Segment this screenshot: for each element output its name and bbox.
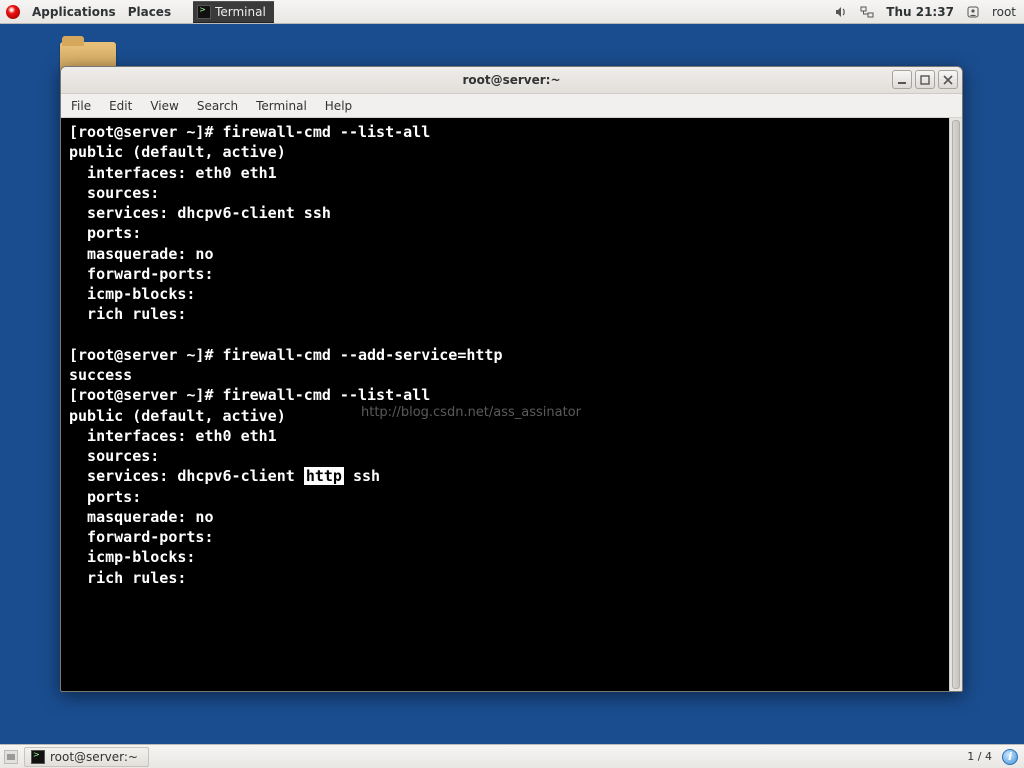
distro-icon bbox=[6, 5, 20, 19]
network-icon[interactable] bbox=[860, 5, 874, 19]
out-line: icmp-blocks: bbox=[69, 548, 195, 566]
terminal-scrollbar[interactable] bbox=[949, 118, 962, 691]
window-title: root@server:~ bbox=[61, 73, 962, 87]
taskbar-entry-label: root@server:~ bbox=[50, 750, 138, 764]
cmd-3: firewall-cmd --list-all bbox=[223, 386, 431, 404]
out-line: rich rules: bbox=[69, 569, 186, 587]
taskbar-entry[interactable]: root@server:~ bbox=[24, 747, 149, 767]
user-label[interactable]: root bbox=[992, 5, 1016, 19]
window-maximize-button[interactable] bbox=[915, 70, 935, 89]
user-menu-icon[interactable] bbox=[966, 5, 980, 19]
out-line: ssh bbox=[344, 467, 380, 485]
out-line: forward-ports: bbox=[69, 265, 214, 283]
menu-view[interactable]: View bbox=[150, 99, 178, 113]
menu-file[interactable]: File bbox=[71, 99, 91, 113]
top-panel: Applications Places Terminal Thu 21:37 r… bbox=[0, 0, 1024, 24]
clock[interactable]: Thu 21:37 bbox=[886, 5, 954, 19]
menu-search[interactable]: Search bbox=[197, 99, 238, 113]
workspace-indicator[interactable]: 1 / 4 bbox=[967, 750, 992, 763]
volume-icon[interactable] bbox=[834, 5, 848, 19]
terminal-icon bbox=[31, 750, 45, 764]
out-line: ports: bbox=[69, 224, 141, 242]
taskbar-active-label: Terminal bbox=[215, 5, 266, 19]
terminal-output[interactable]: http://blog.csdn.net/ass_assinator [root@… bbox=[61, 118, 949, 691]
out-line: ports: bbox=[69, 488, 141, 506]
prompt: [root@server ~]# bbox=[69, 123, 223, 141]
out-line: services: dhcpv6-client bbox=[69, 467, 304, 485]
out-line: public (default, active) bbox=[69, 143, 286, 161]
show-desktop-button[interactable] bbox=[4, 750, 18, 764]
highlighted-http: http bbox=[304, 467, 344, 485]
out-line: sources: bbox=[69, 447, 159, 465]
cmd-2: firewall-cmd --add-service=http bbox=[223, 346, 503, 364]
terminal-window: root@server:~ File Edit View Search Term… bbox=[60, 66, 963, 692]
out-line: interfaces: eth0 eth1 bbox=[69, 427, 277, 445]
info-icon[interactable]: i bbox=[1002, 749, 1018, 765]
out-line: rich rules: bbox=[69, 305, 186, 323]
prompt: [root@server ~]# bbox=[69, 386, 223, 404]
out-line: services: dhcpv6-client ssh bbox=[69, 204, 331, 222]
watermark-text: http://blog.csdn.net/ass_assinator bbox=[361, 404, 581, 422]
out-line: masquerade: no bbox=[69, 245, 214, 263]
menu-edit[interactable]: Edit bbox=[109, 99, 132, 113]
menu-terminal[interactable]: Terminal bbox=[256, 99, 307, 113]
out-line: forward-ports: bbox=[69, 528, 214, 546]
applications-menu[interactable]: Applications bbox=[32, 5, 116, 19]
places-menu[interactable]: Places bbox=[128, 5, 171, 19]
out-line: success bbox=[69, 366, 132, 384]
bottom-panel: root@server:~ 1 / 4 i bbox=[0, 744, 1024, 768]
window-minimize-button[interactable] bbox=[892, 70, 912, 89]
terminal-menubar: File Edit View Search Terminal Help bbox=[61, 94, 962, 118]
taskbar-active-window[interactable]: Terminal bbox=[193, 1, 274, 23]
scrollbar-thumb[interactable] bbox=[952, 120, 960, 689]
menu-help[interactable]: Help bbox=[325, 99, 352, 113]
out-line: public (default, active) bbox=[69, 407, 286, 425]
out-line: sources: bbox=[69, 184, 159, 202]
out-line: icmp-blocks: bbox=[69, 285, 195, 303]
prompt: [root@server ~]# bbox=[69, 346, 223, 364]
terminal-icon bbox=[197, 5, 211, 19]
out-line: interfaces: eth0 eth1 bbox=[69, 164, 277, 182]
cmd-1: firewall-cmd --list-all bbox=[223, 123, 431, 141]
window-titlebar[interactable]: root@server:~ bbox=[61, 67, 962, 94]
out-line: masquerade: no bbox=[69, 508, 214, 526]
window-close-button[interactable] bbox=[938, 70, 958, 89]
